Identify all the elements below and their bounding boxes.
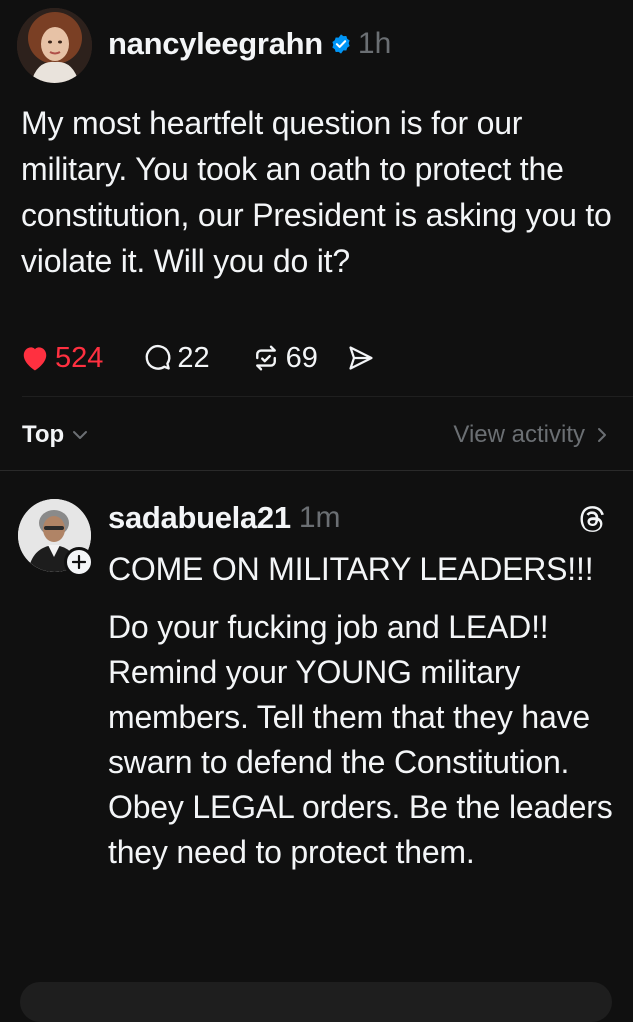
reply-username[interactable]: sadabuela21 xyxy=(108,500,291,536)
avatar[interactable] xyxy=(17,8,92,83)
divider xyxy=(22,396,633,397)
repost-count: 69 xyxy=(285,341,318,374)
post-time: 1h xyxy=(357,27,392,60)
threads-icon xyxy=(578,504,608,534)
repost-button[interactable]: 69 xyxy=(250,342,318,375)
verified-badge-icon xyxy=(330,33,352,55)
reply-button[interactable]: 22 xyxy=(143,341,210,375)
reply-header: sadabuela21 1m xyxy=(108,498,341,538)
reply-time: 1m xyxy=(298,501,341,534)
post-header: nancyleegrahn 1h xyxy=(108,24,391,64)
heart-icon xyxy=(23,347,47,371)
view-activity-label: View activity xyxy=(453,421,585,448)
reply-paragraph: Do your fucking job and LEAD!! Remind yo… xyxy=(108,609,613,870)
send-icon xyxy=(349,346,373,370)
like-button[interactable]: 524 xyxy=(20,342,103,375)
chevron-down-icon xyxy=(73,431,88,439)
sort-bar: Top View activity xyxy=(22,416,607,454)
reply-count: 22 xyxy=(177,341,210,374)
profile-photo xyxy=(17,8,92,83)
divider xyxy=(0,470,633,471)
post-text: My most heartfelt question is for our mi… xyxy=(21,105,612,279)
reply-paragraph: COME ON MILITARY LEADERS!!! xyxy=(108,551,594,587)
follow-button[interactable] xyxy=(64,547,94,577)
view-activity-link[interactable]: View activity xyxy=(453,421,607,449)
repost-icon xyxy=(255,345,276,371)
username[interactable]: nancyleegrahn xyxy=(108,26,323,62)
sort-label: Top xyxy=(22,421,65,448)
chevron-right-icon xyxy=(598,428,606,442)
like-count: 524 xyxy=(55,341,104,374)
sort-dropdown[interactable]: Top xyxy=(22,421,88,449)
next-item-card xyxy=(20,982,612,1022)
action-bar: 524 22 69 xyxy=(20,338,376,378)
reply-text: COME ON MILITARY LEADERS!!! Do your fuck… xyxy=(108,547,618,875)
comment-icon xyxy=(145,344,171,370)
share-button[interactable] xyxy=(346,344,376,372)
plus-icon xyxy=(72,555,86,569)
